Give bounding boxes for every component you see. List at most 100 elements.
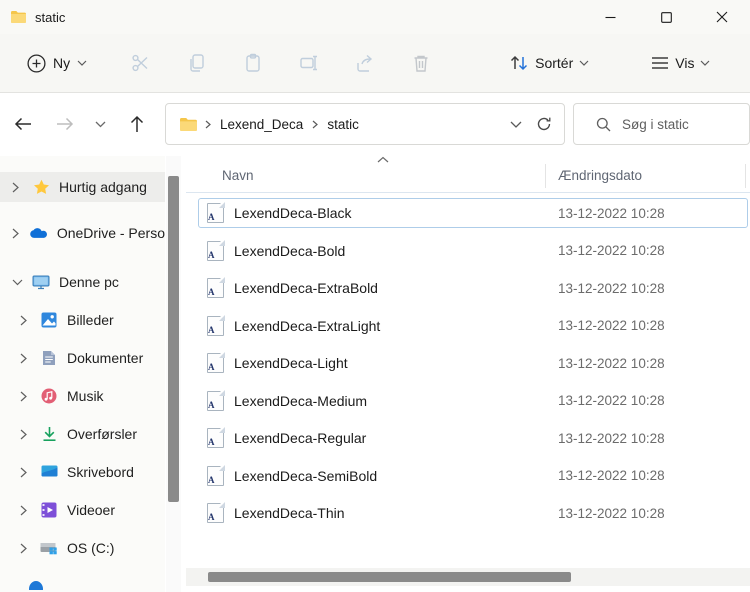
titlebar: static — [0, 0, 750, 34]
chevron-right-icon[interactable] — [20, 543, 32, 554]
sidebar-item-downloads[interactable]: Overførsler — [0, 419, 165, 449]
chevron-down-icon[interactable] — [12, 279, 24, 286]
breadcrumb-item[interactable]: Lexend_Deca — [218, 113, 305, 136]
font-file-icon: A — [207, 427, 225, 448]
maximize-button[interactable] — [638, 0, 694, 34]
file-modified-date: 13-12-2022 10:28 — [558, 355, 665, 371]
chevron-right-icon[interactable] — [20, 353, 32, 364]
column-header-name[interactable]: Navn — [222, 168, 254, 183]
sort-button-label: Sortér — [535, 55, 574, 71]
sidebar-item-label: Hurtig adgang — [59, 179, 147, 195]
sidebar-scrollbar-thumb[interactable] — [168, 176, 179, 502]
this-pc-icon — [32, 275, 50, 290]
file-modified-date: 13-12-2022 10:28 — [558, 243, 665, 258]
font-file-icon: A — [207, 314, 225, 336]
sidebar-item-music[interactable]: Musik — [0, 381, 165, 411]
address-bar[interactable]: Lexend_Deca static — [165, 103, 565, 145]
file-name: LexendDeca-Black — [234, 205, 352, 221]
file-row[interactable]: A LexendDeca-Thin 13-12-2022 10:28 — [198, 498, 748, 528]
refresh-icon[interactable] — [536, 116, 552, 132]
file-row[interactable]: A LexendDeca-ExtraLight 13-12-2022 10:28 — [198, 311, 748, 341]
file-row[interactable]: A LexendDeca-Black 13-12-2022 10:28 — [198, 198, 748, 228]
sidebar-scrollbar[interactable] — [166, 156, 181, 592]
sidebar-item-onedrive[interactable]: OneDrive - Perso — [0, 218, 165, 248]
font-file-icon: A — [207, 464, 225, 486]
forward-button[interactable] — [47, 106, 83, 142]
window-title: static — [35, 9, 66, 25]
recent-locations-chevron[interactable] — [87, 106, 113, 142]
sidebar-item-documents[interactable]: Dokumenter — [0, 343, 165, 373]
file-row[interactable]: A LexendDeca-Bold 13-12-2022 10:28 — [198, 236, 748, 266]
minimize-button[interactable] — [582, 0, 638, 34]
sidebar-item-os-c[interactable]: OS (C:) — [0, 533, 165, 563]
chevron-right-icon[interactable] — [12, 182, 24, 193]
sort-arrows-icon — [509, 54, 529, 72]
column-header-row: Navn Ændringsdato — [186, 156, 750, 193]
column-divider[interactable] — [545, 164, 546, 188]
sidebar-item-desktop[interactable]: Skrivebord — [0, 457, 165, 487]
list-lines-icon — [651, 56, 669, 70]
sidebar-item-label: Musik — [67, 388, 104, 404]
paste-button[interactable] — [233, 45, 273, 81]
close-button[interactable] — [694, 0, 750, 34]
music-icon — [40, 388, 58, 404]
breadcrumb-chevron-icon — [205, 120, 211, 129]
chevron-right-icon[interactable] — [20, 429, 32, 440]
file-modified-date: 13-12-2022 10:28 — [558, 280, 665, 296]
chevron-right-icon[interactable] — [20, 467, 32, 478]
rename-button[interactable] — [289, 45, 329, 81]
file-modified-date: 13-12-2022 10:28 — [558, 505, 665, 521]
sidebar-item-this-pc[interactable]: Denne pc — [0, 267, 165, 297]
sidebar-item-quick-access[interactable]: Hurtig adgang — [0, 172, 165, 202]
font-file-icon: A — [207, 202, 225, 223]
share-button[interactable] — [345, 45, 385, 81]
sidebar-item-pictures[interactable]: Billeder — [0, 305, 165, 335]
chevron-right-icon[interactable] — [20, 505, 32, 516]
toolbar: Ny Sortér Vis — [0, 34, 750, 93]
back-button[interactable] — [5, 106, 41, 142]
new-button[interactable]: Ny — [19, 48, 95, 79]
delete-button[interactable] — [401, 45, 441, 81]
sort-button[interactable]: Sortér — [499, 47, 599, 79]
network-icon-partial — [28, 580, 44, 590]
chevron-down-icon — [77, 60, 87, 66]
chevron-right-icon[interactable] — [20, 391, 32, 402]
file-name: LexendDeca-SemiBold — [234, 467, 378, 484]
file-modified-date: 13-12-2022 10:28 — [558, 205, 665, 221]
file-name: LexendDeca-Thin — [234, 505, 345, 521]
breadcrumb-item[interactable]: static — [325, 113, 361, 136]
file-modified-date: 13-12-2022 10:28 — [558, 430, 665, 446]
desktop-icon — [40, 465, 58, 479]
up-button[interactable] — [119, 106, 155, 142]
copy-button[interactable] — [177, 45, 217, 81]
file-row[interactable]: A LexendDeca-SemiBold 13-12-2022 10:28 — [198, 461, 748, 491]
sidebar-item-label: Billeder — [67, 312, 114, 328]
plus-circle-icon — [27, 53, 46, 73]
file-rows: A LexendDeca-Black 13-12-2022 10:28 A Le… — [186, 193, 750, 528]
file-row[interactable]: A LexendDeca-Regular 13-12-2022 10:28 — [198, 423, 748, 453]
search-box[interactable] — [573, 103, 750, 145]
horizontal-scrollbar-thumb[interactable] — [208, 572, 571, 582]
column-divider[interactable] — [745, 164, 746, 188]
horizontal-scrollbar[interactable] — [186, 568, 750, 586]
file-row[interactable]: A LexendDeca-ExtraBold 13-12-2022 10:28 — [198, 273, 748, 303]
downloads-icon — [40, 426, 58, 442]
folder-icon — [179, 117, 198, 132]
file-list-pane: Navn Ændringsdato A LexendDeca-Black 13-… — [186, 156, 750, 592]
file-row[interactable]: A LexendDeca-Medium 13-12-2022 10:28 — [198, 386, 748, 416]
address-dropdown-chevron-icon[interactable] — [510, 121, 522, 128]
search-icon — [596, 117, 611, 132]
view-button[interactable]: Vis — [641, 48, 720, 78]
font-file-icon: A — [207, 502, 225, 523]
cut-button[interactable] — [121, 45, 161, 81]
chevron-down-icon — [579, 60, 589, 66]
column-header-modified[interactable]: Ændringsdato — [558, 168, 642, 183]
font-file-icon: A — [207, 277, 225, 298]
pictures-icon — [40, 312, 58, 328]
sidebar-item-videos[interactable]: Videoer — [0, 495, 165, 525]
chevron-right-icon[interactable] — [12, 228, 22, 239]
navigation-bar: Lexend_Deca static — [0, 94, 750, 156]
file-row[interactable]: A LexendDeca-Light 13-12-2022 10:28 — [198, 348, 748, 378]
search-input[interactable] — [622, 116, 732, 132]
chevron-right-icon[interactable] — [20, 315, 32, 326]
